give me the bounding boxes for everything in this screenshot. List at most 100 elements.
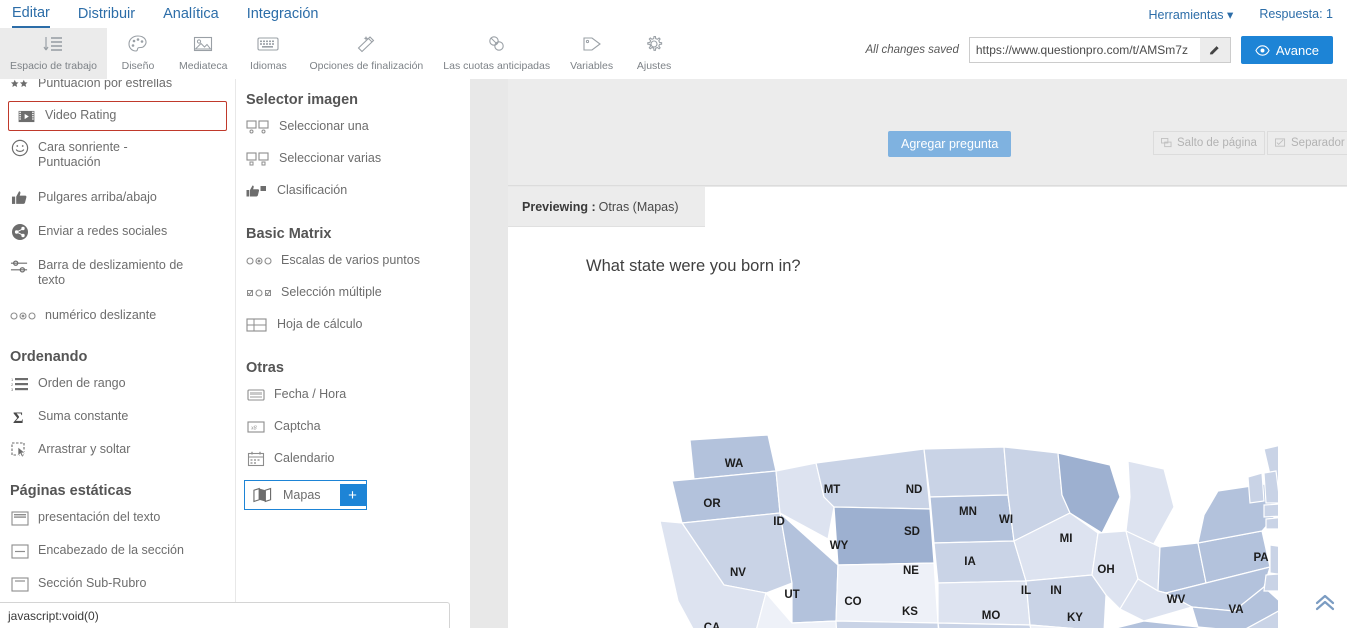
rating-thumb-icon — [246, 183, 268, 199]
qtype-seccion-sub-rubro[interactable]: Sección Sub-Rubro — [0, 571, 235, 597]
add-maps-question-button[interactable]: + — [339, 484, 366, 506]
state-MT[interactable] — [815, 448, 931, 510]
toolbar-idiomas[interactable]: Idiomas — [237, 28, 299, 79]
qtype-label: Seleccionar varias — [279, 151, 382, 165]
qtype-calendario[interactable]: Calendario — [236, 446, 470, 472]
qtype-seleccionar-una[interactable]: Seleccionar una — [236, 114, 470, 140]
state-NH[interactable] — [1263, 470, 1278, 504]
workspace-icon — [42, 32, 64, 56]
toolbar-ajustes[interactable]: Ajustes — [623, 28, 685, 79]
qtype-numerico-deslizante[interactable]: numérico deslizante — [0, 303, 235, 329]
svg-text:Σ: Σ — [13, 410, 23, 426]
state-label-OH: OH — [1097, 564, 1114, 576]
toolbar-mediateca[interactable]: Mediateca — [169, 28, 237, 79]
preview-button[interactable]: Avance — [1240, 36, 1333, 64]
qtype-seleccion-multiple[interactable]: Selección múltiple — [236, 280, 470, 306]
qtype-fecha-hora[interactable]: Fecha / Hora — [236, 382, 470, 408]
qtype-label: Orden de rango — [38, 376, 126, 390]
us-map-svg[interactable]: WA OR ID MT ND MN WI SD WY NV UT CO NE I… — [658, 435, 1278, 628]
toolbar-label: Diseño — [121, 60, 155, 72]
state-TN[interactable] — [1104, 620, 1202, 628]
rank-order-icon: 123 — [10, 376, 29, 392]
qtype-suma-constante[interactable]: Σ Suma constante — [0, 404, 235, 430]
palette-icon — [127, 32, 149, 56]
qtype-presentacion-del-texto[interactable]: presentación del texto — [0, 505, 235, 531]
toolbar-items: Espacio de trabajo Diseño Mediateca Idio… — [0, 28, 685, 79]
state-CO[interactable] — [835, 562, 939, 624]
state-CT[interactable] — [1265, 517, 1278, 530]
add-question-button[interactable]: Agregar pregunta — [888, 131, 1012, 157]
qtype-video-rating[interactable]: Video Rating — [8, 101, 227, 131]
page-break-icon — [1161, 138, 1172, 148]
us-choropleth-map[interactable]: WA OR ID MT ND MN WI SD WY NV UT CO NE I… — [658, 435, 1278, 628]
scroll-to-top-button[interactable] — [1311, 588, 1339, 616]
state-NE[interactable] — [933, 540, 1027, 584]
state-label-KS: KS — [902, 606, 918, 618]
toolbar-diseno[interactable]: Diseño — [107, 28, 169, 79]
spreadsheet-icon — [246, 317, 268, 333]
separator-button[interactable]: Separador — [1267, 131, 1347, 155]
qtype-label: Cara sonriente - Puntuación — [38, 140, 128, 169]
qtype-puntuacion-por-estrellas[interactable]: Puntuacion por estrellas — [0, 79, 235, 97]
survey-url-box[interactable]: https://www.questionpro.com/t/AMSm7z — [968, 37, 1231, 63]
state-MA[interactable] — [1263, 503, 1278, 518]
eye-icon — [1255, 44, 1270, 56]
pencil-icon[interactable] — [1199, 38, 1230, 62]
state-label-CO: CO — [844, 596, 861, 608]
sigma-icon: Σ — [10, 409, 29, 426]
toolbar-variables[interactable]: Variables — [560, 28, 623, 79]
qtype-enviar-a-redes-sociales[interactable]: Enviar a redes sociales — [0, 219, 235, 245]
toolbar-opciones-de-finalizacion[interactable]: Opciones de finalización — [299, 28, 433, 79]
top-nav-right-group: Herramientas ▾ Respuesta: 1 — [1149, 7, 1347, 22]
qtype-encabezado-de-la-seccion[interactable]: Encabezado de la sección — [0, 538, 235, 564]
qtype-label: Mapas — [283, 487, 321, 502]
toolbar-espacio-de-trabajo[interactable]: Espacio de trabajo — [0, 28, 107, 79]
state-label-MN: MN — [959, 506, 977, 518]
survey-preview-pane: Agregar pregunta Salto de página Separad… — [470, 79, 1347, 628]
nav-tab-editar[interactable]: Editar — [12, 0, 50, 28]
qtype-label: Calendario — [274, 451, 335, 465]
nav-tab-integracion[interactable]: Integración — [247, 1, 319, 27]
qtype-clasificacion[interactable]: Clasificación — [236, 178, 470, 204]
page-break-button[interactable]: Salto de página — [1153, 131, 1265, 155]
thumbs-up-icon — [10, 190, 29, 206]
previewing-value: Otras (Mapas) — [598, 199, 679, 214]
nav-tab-analitica[interactable]: Analítica — [163, 1, 219, 27]
qtype-mapas[interactable]: Mapas + — [244, 480, 367, 510]
previewing-tab: Previewing : Otras (Mapas) — [508, 187, 705, 227]
qtype-cara-sonriente-puntuacion[interactable]: Cara sonriente - Puntuación — [0, 135, 235, 175]
qtype-escalas-de-varios-puntos[interactable]: Escalas de varios puntos — [236, 248, 470, 274]
qtype-captcha[interactable]: x8 Captcha — [236, 414, 470, 440]
toolbar-label: Idiomas — [250, 60, 287, 72]
qtype-hoja-de-calculo[interactable]: Hoja de cálculo — [236, 312, 470, 338]
toolbar-las-cuotas-anticipadas[interactable]: Las cuotas anticipadas — [433, 28, 560, 79]
qtype-seleccionar-varias[interactable]: Seleccionar varias — [236, 146, 470, 172]
state-label-MO: MO — [982, 610, 1001, 622]
state-label-WA: WA — [725, 458, 744, 470]
qtype-orden-de-rango[interactable]: 123 Orden de rango — [0, 371, 235, 397]
qtype-pulgares-arriba-abajo[interactable]: Pulgares arriba/abajo — [0, 185, 235, 211]
qtype-label: Encabezado de la sección — [38, 543, 184, 557]
question-type-column-2: Selector imagen Seleccionar una Seleccio… — [235, 79, 470, 628]
tools-menu[interactable]: Herramientas ▾ — [1149, 7, 1234, 22]
state-MD[interactable] — [1263, 573, 1278, 592]
share-icon — [10, 224, 29, 240]
state-MO[interactable] — [1025, 574, 1107, 628]
preview-top-spacer — [508, 79, 1347, 125]
captcha-icon: x8 — [246, 419, 265, 435]
qtype-arrastrar-y-soltar[interactable]: Arrastrar y soltar — [0, 437, 235, 463]
state-NJ[interactable] — [1269, 544, 1278, 575]
calendar-icon — [246, 451, 265, 467]
qtype-label: Sección Sub-Rubro — [38, 576, 147, 590]
qtype-barra-de-deslizamiento-de-texto[interactable]: Barra de deslizamiento de texto — [0, 253, 235, 293]
state-VT[interactable] — [1247, 472, 1265, 504]
group-title-basic-matrix: Basic Matrix — [246, 226, 332, 242]
previewing-label: Previewing : — [522, 199, 596, 214]
smiley-icon — [10, 139, 29, 157]
qtype-label: Clasificación — [277, 183, 348, 197]
nav-tab-distribuir[interactable]: Distribuir — [78, 1, 135, 27]
state-label-VA: VA — [1228, 604, 1243, 616]
state-ND[interactable] — [923, 446, 1009, 498]
survey-url-text[interactable]: https://www.questionpro.com/t/AMSm7z — [970, 43, 1200, 57]
question-type-column-1: Puntuacion por estrellas Video Rating Ca… — [0, 79, 235, 628]
